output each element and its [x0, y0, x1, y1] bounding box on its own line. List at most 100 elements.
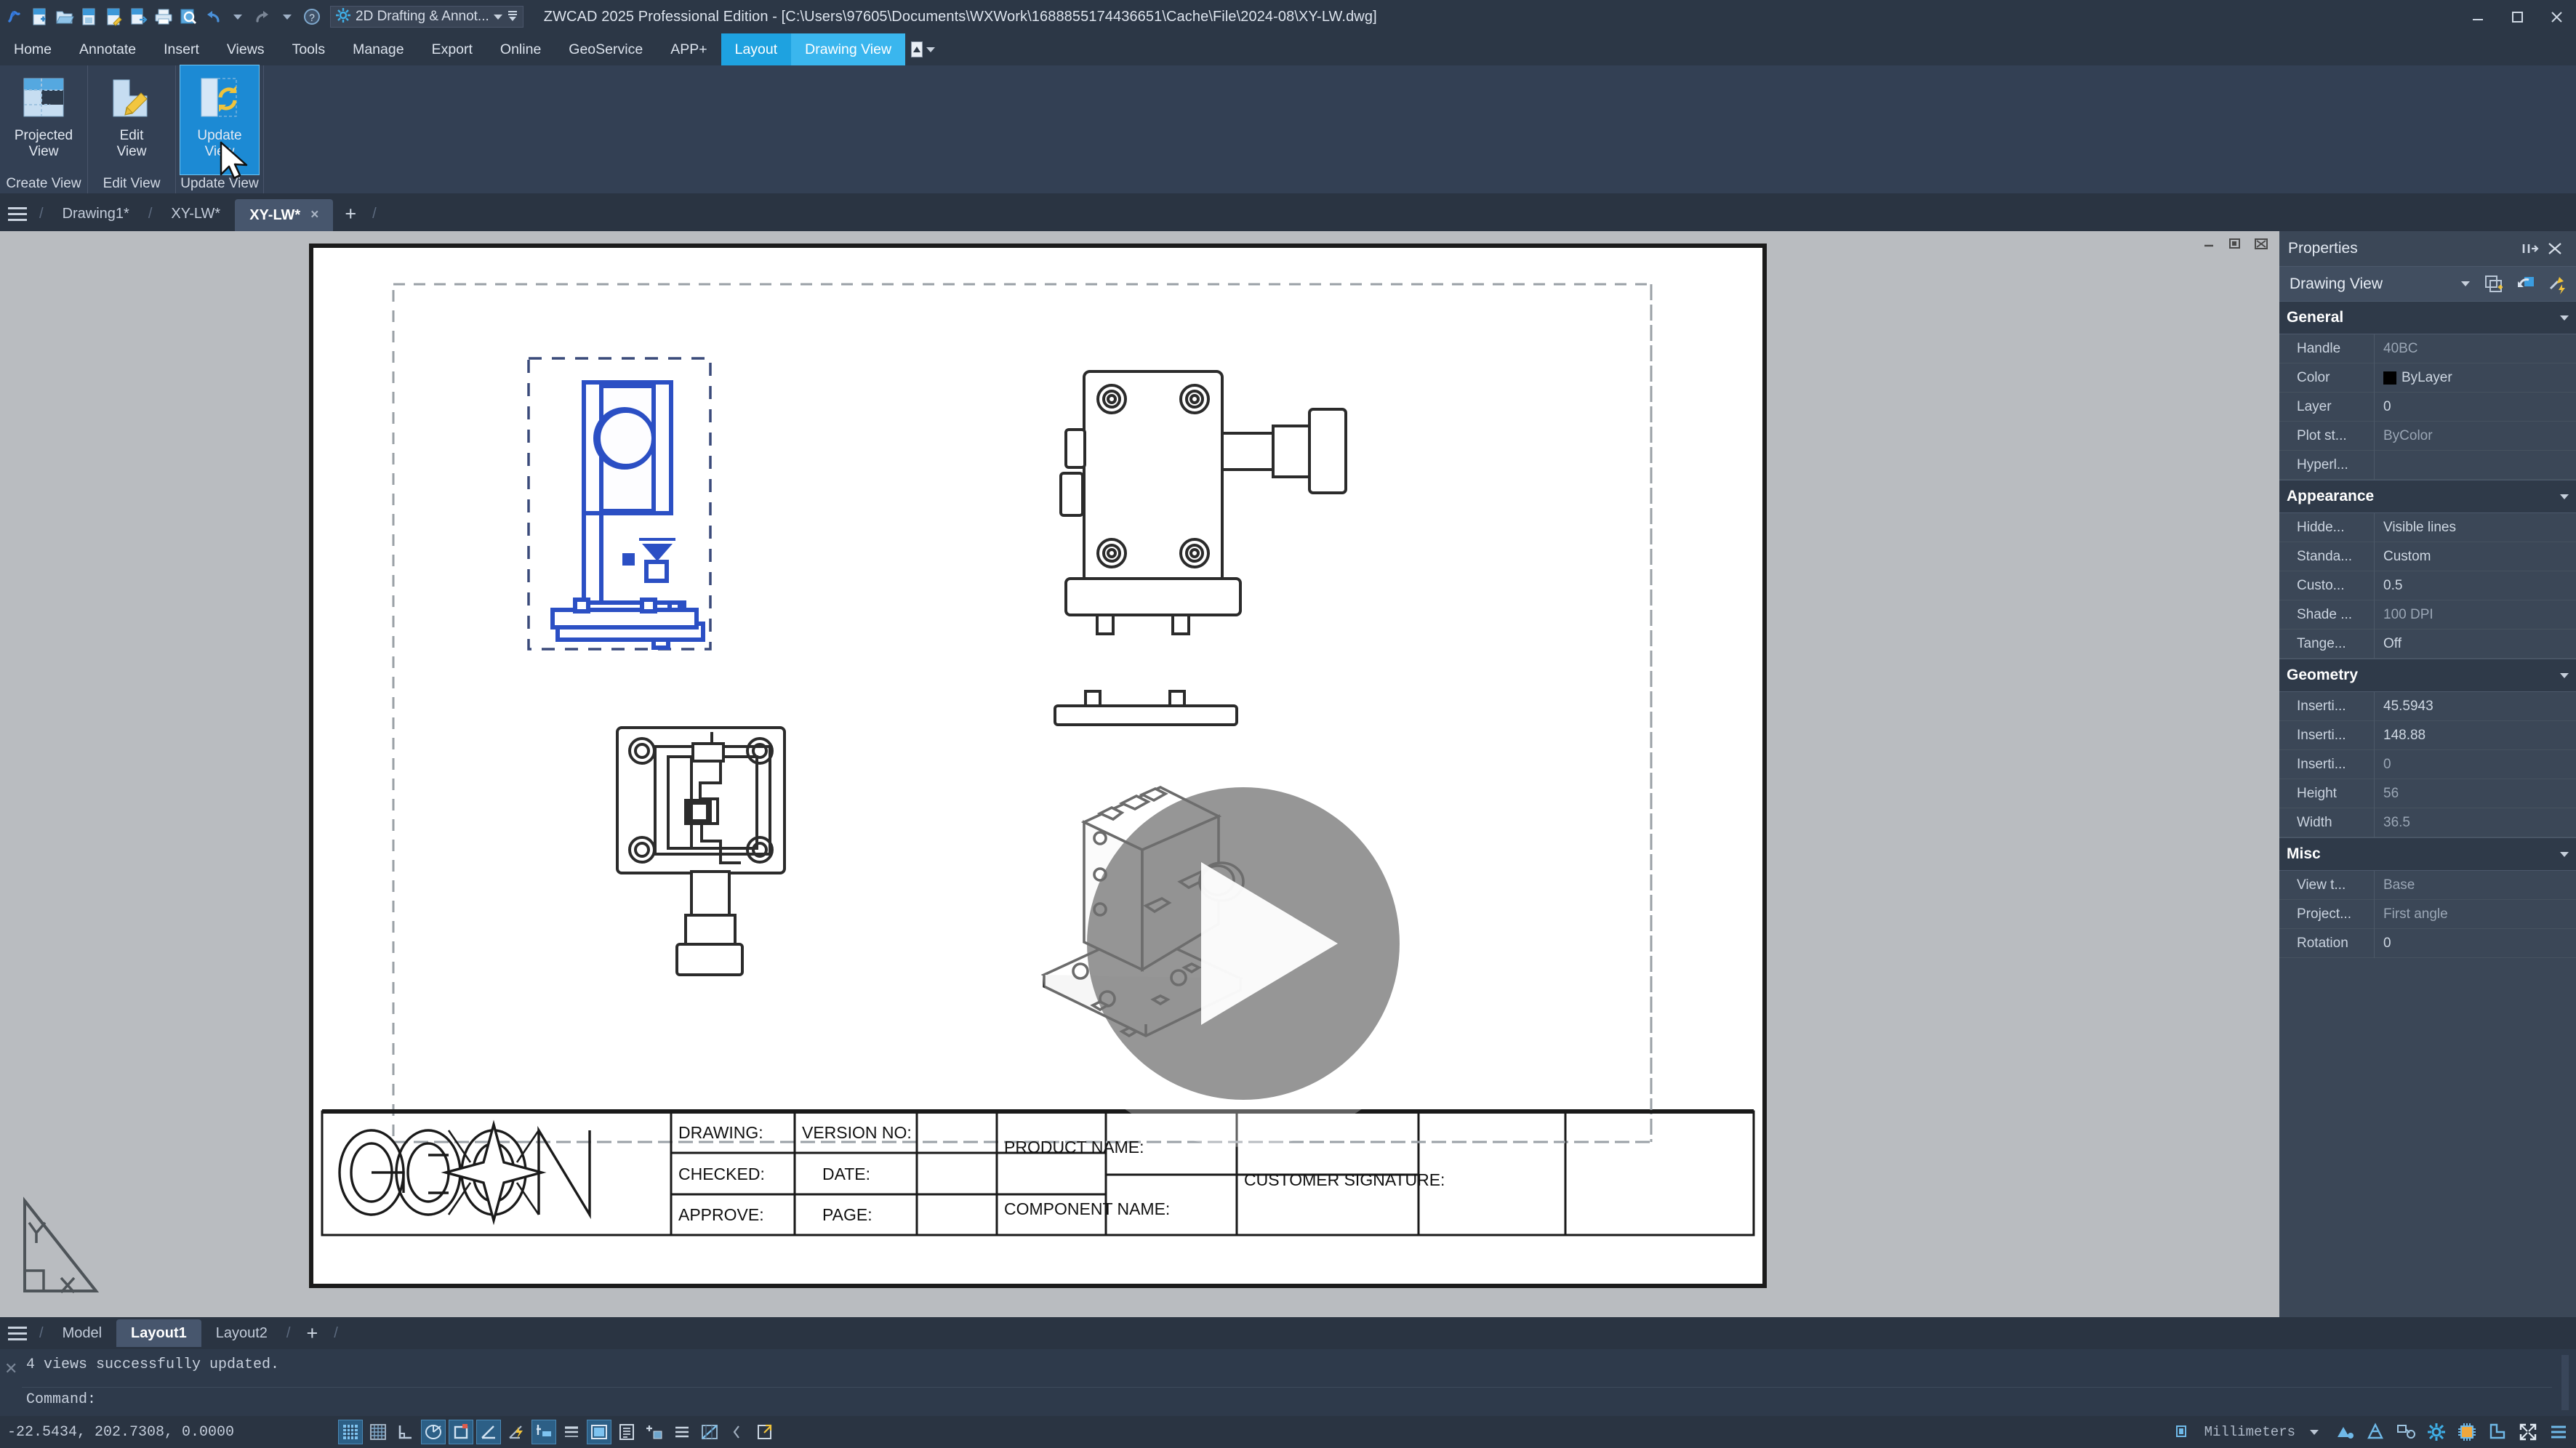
document-minimize-icon[interactable]	[2198, 234, 2220, 253]
units-dropdown-icon[interactable]	[2303, 1420, 2326, 1444]
property-row-view-type[interactable]: View t... Base	[2279, 870, 2576, 900]
model-space-icon[interactable]	[587, 1420, 611, 1444]
chevron-down-icon[interactable]	[2560, 672, 2569, 678]
clean-screen-icon[interactable]	[2486, 1420, 2509, 1444]
grid-icon[interactable]	[366, 1420, 390, 1444]
file-tab-drawing1[interactable]: Drawing1*	[48, 200, 144, 228]
export-layout-icon[interactable]	[753, 1420, 777, 1444]
undo-dropdown-icon[interactable]	[227, 6, 249, 28]
layout-tab-layout2[interactable]: Layout2	[201, 1319, 282, 1347]
layout-tab-model[interactable]: Model	[48, 1319, 116, 1347]
close-icon[interactable]	[2537, 0, 2576, 33]
zwcad-logo-icon[interactable]	[4, 6, 26, 28]
command-close-icon[interactable]: ✕	[4, 1359, 17, 1378]
object-snap-icon[interactable]	[449, 1420, 473, 1444]
property-row-tangent-edges[interactable]: Tange... Off	[2279, 629, 2576, 659]
properties-section-misc[interactable]: Misc	[2279, 837, 2576, 871]
settings-gear-icon[interactable]	[2425, 1420, 2448, 1444]
menu-tab-layout[interactable]: Layout	[721, 33, 792, 65]
property-row-color[interactable]: Color ByLayer	[2279, 363, 2576, 393]
undo-icon[interactable]	[202, 6, 224, 28]
transparency-icon[interactable]	[698, 1420, 721, 1444]
file-menu-icon[interactable]	[0, 196, 35, 231]
property-row-rotation[interactable]: Rotation 0	[2279, 928, 2576, 958]
property-row-shade-resolution[interactable]: Shade ... 100 DPI	[2279, 600, 2576, 630]
hardware-accel-icon[interactable]	[2455, 1420, 2479, 1444]
preview-icon[interactable]	[177, 6, 199, 28]
document-restore-icon[interactable]	[2224, 234, 2246, 253]
property-row-projection-type[interactable]: Project... First angle	[2279, 899, 2576, 929]
annotation-visibility-icon[interactable]	[2174, 1420, 2197, 1444]
property-row-plot-style[interactable]: Plot st... ByColor	[2279, 421, 2576, 451]
menu-tab-home[interactable]: Home	[0, 33, 65, 65]
property-row-insertion-y[interactable]: Inserti... 148.88	[2279, 720, 2576, 750]
help-icon[interactable]: ?	[301, 6, 323, 28]
document-close-icon[interactable]	[2250, 234, 2272, 253]
customization-menu-icon[interactable]	[2547, 1420, 2570, 1444]
isolate-objects-icon[interactable]	[2394, 1420, 2417, 1444]
refresh-icon[interactable]	[2512, 270, 2540, 298]
menu-tab-views[interactable]: Views	[213, 33, 278, 65]
menu-tab-geoservice[interactable]: GeoService	[555, 33, 657, 65]
properties-section-general[interactable]: General	[2279, 301, 2576, 334]
command-prompt[interactable]: Command:	[26, 1391, 96, 1408]
chevron-down-icon[interactable]	[2461, 281, 2470, 286]
drawing-canvas[interactable]: DRAWING: CHECKED: APPROVE: VERSION NO: D…	[0, 231, 2279, 1317]
auto-scale-icon[interactable]	[2333, 1420, 2356, 1444]
properties-section-appearance[interactable]: Appearance	[2279, 480, 2576, 513]
close-icon[interactable]	[2543, 236, 2567, 261]
chevron-down-icon[interactable]	[926, 47, 936, 52]
close-icon[interactable]: ×	[310, 207, 318, 223]
property-row-hyperlink[interactable]: Hyperl...	[2279, 450, 2576, 480]
property-row-hidden-lines[interactable]: Hidde... Visible lines	[2279, 512, 2576, 542]
chevron-down-icon[interactable]	[2560, 315, 2569, 321]
file-tab-xy-lw-2-active[interactable]: XY-LW* ×	[235, 199, 334, 231]
maximize-icon[interactable]	[2497, 0, 2537, 33]
property-row-standard-scale[interactable]: Standa... Custom	[2279, 542, 2576, 571]
minimize-icon[interactable]	[2458, 0, 2497, 33]
polar-tracking-icon[interactable]	[421, 1420, 446, 1444]
new-icon[interactable]	[29, 6, 51, 28]
menu-tab-export[interactable]: Export	[418, 33, 486, 65]
menu-tab-manage[interactable]: Manage	[339, 33, 417, 65]
pickadd-icon[interactable]	[2544, 270, 2572, 298]
quick-properties-icon[interactable]	[615, 1420, 638, 1444]
otrack-icon[interactable]	[505, 1420, 528, 1444]
object-type-combo[interactable]: Drawing View	[2284, 270, 2476, 298]
property-row-handle[interactable]: Handle 40BC	[2279, 334, 2576, 363]
angle-snap-icon[interactable]	[476, 1420, 501, 1444]
menu-tab-online[interactable]: Online	[486, 33, 555, 65]
snap-icon[interactable]	[338, 1420, 363, 1444]
workspace-more-icon[interactable]	[507, 8, 518, 26]
selection-cycling-icon[interactable]	[643, 1420, 666, 1444]
property-row-layer[interactable]: Layer 0	[2279, 392, 2576, 422]
ortho-icon[interactable]	[394, 1420, 417, 1444]
open-icon[interactable]	[54, 6, 76, 28]
menu-tab-drawing-view[interactable]: Drawing View	[791, 33, 906, 65]
ribbon-minimize-control[interactable]	[905, 33, 941, 65]
video-play-overlay[interactable]	[1032, 733, 1454, 1154]
menu-tab-annotate[interactable]: Annotate	[65, 33, 150, 65]
chevron-left-icon[interactable]	[726, 1420, 749, 1444]
annotation-scale-icon[interactable]	[670, 1420, 694, 1444]
projected-view-button[interactable]: Projected View	[4, 65, 83, 174]
property-row-insertion-z[interactable]: Inserti... 0	[2279, 749, 2576, 779]
coordinates-readout[interactable]: -22.5434, 202.7308, 0.0000	[0, 1424, 234, 1441]
workspace-icon[interactable]	[2364, 1420, 2387, 1444]
quick-select-icon[interactable]	[2480, 270, 2508, 298]
menu-tab-app-plus[interactable]: APP+	[657, 33, 721, 65]
workspace-switcher[interactable]: 2D Drafting & Annot...	[330, 6, 523, 28]
fullscreen-icon[interactable]	[2516, 1420, 2540, 1444]
chevron-down-icon[interactable]	[493, 14, 502, 20]
command-line-panel[interactable]: ✕ 4 views successfully updated. Command:	[0, 1349, 2576, 1416]
layout-menu-icon[interactable]	[0, 1316, 35, 1351]
redo-dropdown-icon[interactable]	[276, 6, 298, 28]
chevron-down-icon[interactable]	[2560, 494, 2569, 499]
new-layout-button[interactable]: +	[294, 1323, 329, 1343]
chevron-down-icon[interactable]	[2560, 851, 2569, 857]
lineweight-icon[interactable]	[560, 1420, 583, 1444]
save-as-icon[interactable]	[103, 6, 125, 28]
properties-section-geometry[interactable]: Geometry	[2279, 659, 2576, 692]
ribbon-state-icon[interactable]	[911, 41, 923, 57]
property-row-insertion-x[interactable]: Inserti... 45.5943	[2279, 691, 2576, 721]
